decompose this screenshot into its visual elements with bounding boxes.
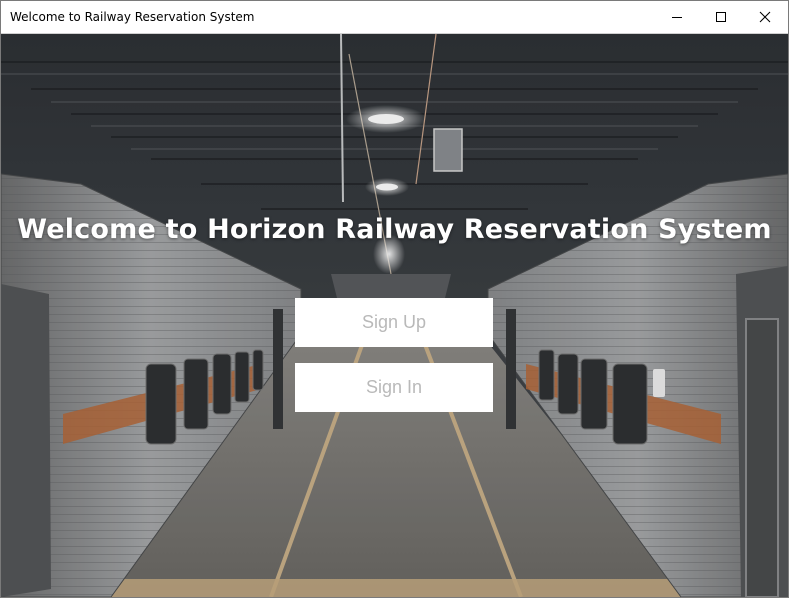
minimize-button[interactable] (655, 1, 699, 33)
title-bar[interactable]: Welcome to Railway Reservation System (1, 1, 788, 34)
app-window: Welcome to Railway Reservation System We… (0, 0, 789, 598)
close-button[interactable] (743, 1, 787, 33)
main-content: Welcome to Horizon Railway Reservation S… (1, 34, 788, 597)
close-icon (759, 11, 771, 23)
maximize-icon (716, 12, 726, 22)
sign-in-button[interactable]: Sign In (295, 363, 493, 412)
welcome-heading: Welcome to Horizon Railway Reservation S… (17, 214, 772, 245)
window-title: Welcome to Railway Reservation System (10, 10, 255, 24)
maximize-button[interactable] (699, 1, 743, 33)
sign-up-button[interactable]: Sign Up (295, 298, 493, 347)
minimize-icon (672, 17, 682, 18)
